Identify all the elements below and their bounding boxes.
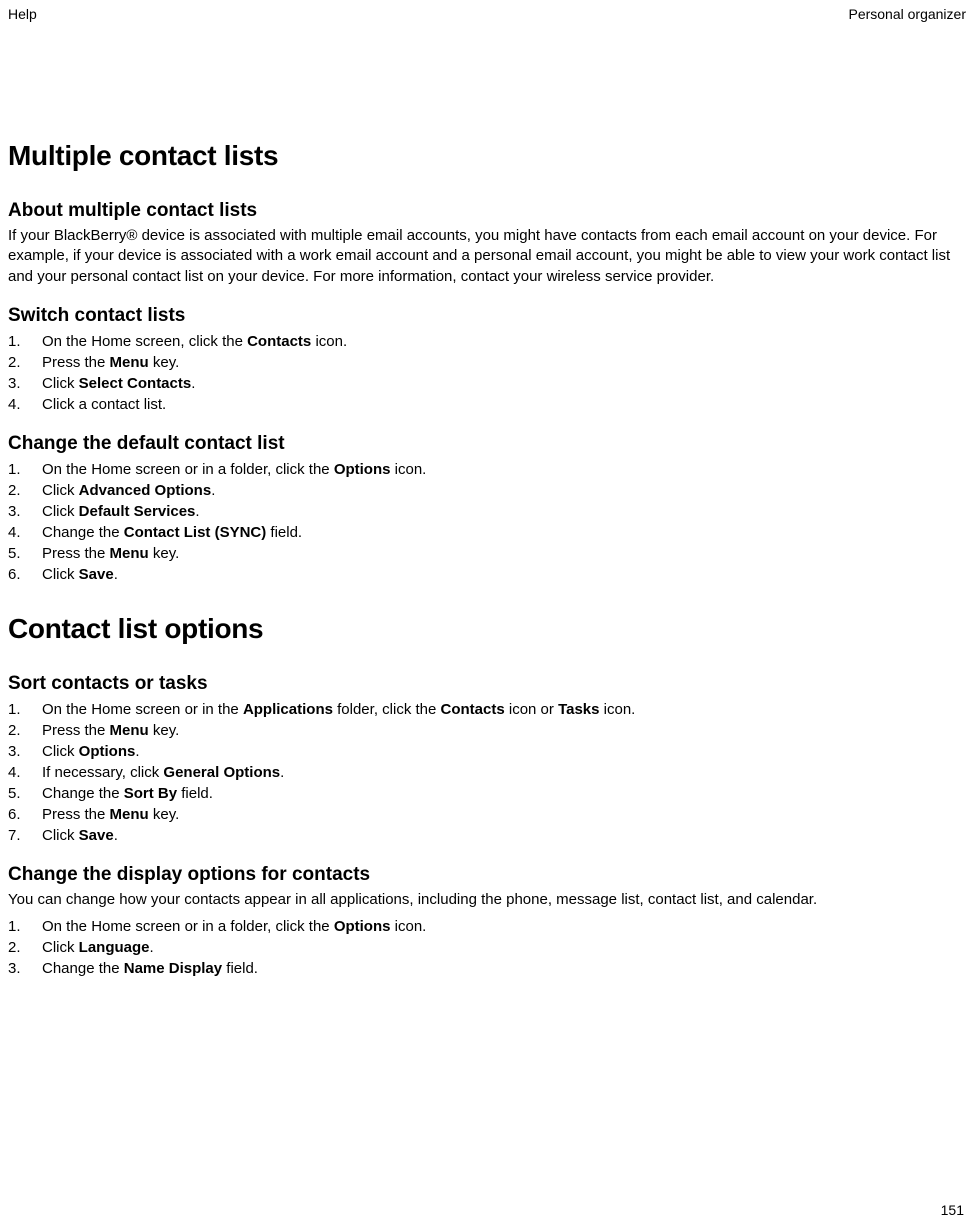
section-about-multiple-contact-lists: About multiple contact lists If your Bla… [8, 200, 966, 287]
list-item: Change the Name Display field. [8, 958, 966, 979]
page-header: Help Personal organizer [0, 0, 974, 22]
header-right: Personal organizer [848, 6, 966, 22]
list-item: Click Language. [8, 937, 966, 958]
steps-sort: On the Home screen or in the Application… [8, 699, 966, 846]
list-item: Change the Contact List (SYNC) field. [8, 522, 966, 543]
list-item: Change the Sort By field. [8, 783, 966, 804]
steps-switch: On the Home screen, click the Contacts i… [8, 331, 966, 415]
steps-display-options: On the Home screen or in a folder, click… [8, 916, 966, 979]
subheading-change-default: Change the default contact list [8, 433, 966, 455]
list-item: Click Save. [8, 825, 966, 846]
list-item: On the Home screen or in a folder, click… [8, 916, 966, 937]
subheading-about: About multiple contact lists [8, 200, 966, 222]
section-change-default-contact-list: Change the default contact list On the H… [8, 433, 966, 585]
subheading-switch: Switch contact lists [8, 305, 966, 327]
list-item: On the Home screen or in a folder, click… [8, 459, 966, 480]
list-item: If necessary, click General Options. [8, 762, 966, 783]
list-item: Press the Menu key. [8, 352, 966, 373]
list-item: Click Select Contacts. [8, 373, 966, 394]
paragraph-about: If your BlackBerry® device is associated… [8, 226, 966, 287]
list-item: Click Save. [8, 564, 966, 585]
list-item: Click a contact list. [8, 394, 966, 415]
heading-contact-list-options: Contact list options [8, 613, 966, 645]
subheading-display-options: Change the display options for contacts [8, 864, 966, 886]
list-item: Click Default Services. [8, 501, 966, 522]
list-item: On the Home screen, click the Contacts i… [8, 331, 966, 352]
page-number: 151 [941, 1202, 964, 1218]
list-item: Click Options. [8, 741, 966, 762]
list-item: On the Home screen or in the Application… [8, 699, 966, 720]
list-item: Click Advanced Options. [8, 480, 966, 501]
page-content: Multiple contact lists About multiple co… [0, 140, 974, 979]
list-item: Press the Menu key. [8, 720, 966, 741]
section-change-display-options: Change the display options for contacts … [8, 864, 966, 979]
section-switch-contact-lists: Switch contact lists On the Home screen,… [8, 305, 966, 415]
paragraph-display-options: You can change how your contacts appear … [8, 890, 966, 910]
list-item: Press the Menu key. [8, 543, 966, 564]
header-left: Help [8, 6, 37, 22]
heading-multiple-contact-lists: Multiple contact lists [8, 140, 966, 172]
section-sort-contacts-or-tasks: Sort contacts or tasks On the Home scree… [8, 673, 966, 846]
list-item: Press the Menu key. [8, 804, 966, 825]
steps-change-default: On the Home screen or in a folder, click… [8, 459, 966, 585]
subheading-sort: Sort contacts or tasks [8, 673, 966, 695]
